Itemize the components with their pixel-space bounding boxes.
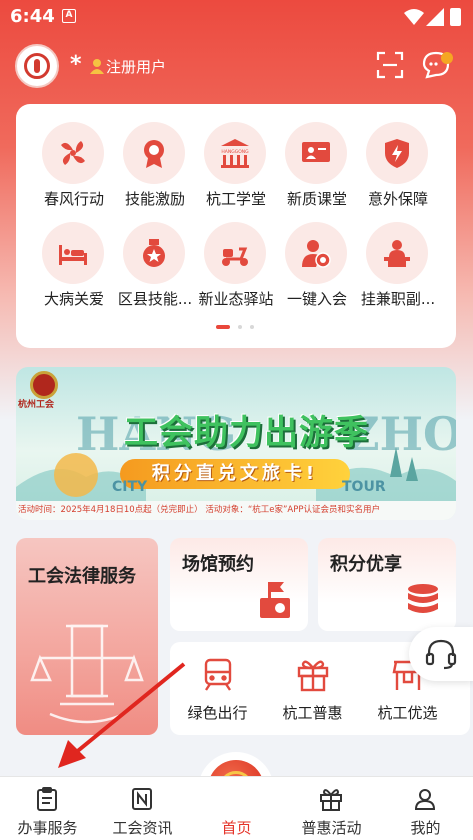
battery-icon bbox=[450, 8, 461, 26]
tab-mine[interactable]: 我的 bbox=[378, 777, 473, 840]
service-hanggong-school[interactable]: HANGGONG 杭工学堂 bbox=[194, 112, 278, 212]
service-accident-protection[interactable]: 意外保障 bbox=[356, 112, 440, 212]
service-new-quality-class[interactable]: 新质课堂 bbox=[275, 112, 359, 212]
news-icon bbox=[132, 788, 152, 810]
windmill-icon bbox=[61, 141, 85, 165]
annotation-arrow bbox=[58, 662, 186, 768]
service-label: 挂兼职副... bbox=[360, 290, 436, 308]
gift-icon bbox=[297, 660, 329, 692]
union-avatar[interactable] bbox=[15, 44, 59, 88]
hanggong-benefits-label: 杭工普惠 bbox=[282, 704, 343, 722]
user-join-icon bbox=[302, 240, 331, 268]
scooter-icon bbox=[222, 247, 248, 266]
legal-service-title: 工会法律服务 bbox=[28, 566, 136, 587]
bed-icon bbox=[59, 245, 87, 265]
banner-city-word: CITY bbox=[112, 479, 148, 495]
wifi-icon bbox=[404, 9, 424, 25]
user-status-label[interactable]: 注册用户 bbox=[106, 56, 166, 77]
tab-label: 办事服务 bbox=[17, 819, 78, 837]
venue-booking-card[interactable]: 场馆预约 bbox=[170, 538, 308, 631]
award-icon bbox=[143, 239, 165, 267]
banner-footer: 活动时间：2025年4月18日10点起（兑完即止） 活动对象：“杭工e家”APP… bbox=[16, 501, 456, 520]
points-benefits-title: 积分优享 bbox=[330, 554, 402, 575]
tab-benefit-activities[interactable]: 普惠活动 bbox=[284, 777, 379, 840]
shield-bolt-icon bbox=[385, 139, 409, 168]
tab-label: 我的 bbox=[410, 819, 441, 837]
scan-icon[interactable] bbox=[376, 51, 404, 79]
gift-icon bbox=[320, 789, 342, 811]
tab-services[interactable]: 办事服务 bbox=[0, 777, 95, 840]
message-icon[interactable] bbox=[422, 50, 454, 80]
status-time: 6:44 bbox=[10, 6, 55, 27]
coin-stack-icon bbox=[408, 584, 438, 613]
service-part-time-post[interactable]: 挂兼职副... bbox=[356, 212, 440, 312]
banner-subtitle: 积分直兑文旅卡! bbox=[120, 459, 350, 489]
service-spring-action[interactable]: 春风行动 bbox=[32, 112, 116, 212]
user-icon bbox=[90, 59, 104, 74]
hanggong-select-label: 杭工优选 bbox=[377, 704, 438, 722]
tab-label: 普惠活动 bbox=[301, 819, 362, 837]
service-district-skills[interactable]: 区县技能... bbox=[113, 212, 197, 312]
venue-icon bbox=[260, 582, 290, 618]
services-grid: 春风行动 技能激励 HANGGONG 杭工学堂 新质课堂 意外保障 大病关爱 区… bbox=[16, 104, 456, 348]
signal-icon bbox=[426, 8, 444, 26]
medal-icon bbox=[144, 140, 164, 168]
hall-icon: HANGGONG bbox=[221, 139, 249, 168]
points-benefits-card[interactable]: 积分优享 bbox=[318, 538, 456, 631]
tab-label: 工会资讯 bbox=[112, 819, 173, 837]
promo-banner[interactable]: HANG ZHOU 杭州工会 工会助力出游季 积分直兑文旅卡! CITY TOU… bbox=[16, 367, 456, 520]
service-join-union[interactable]: 一键入会 bbox=[275, 212, 359, 312]
train-icon bbox=[204, 658, 232, 691]
status-bar: 6:44 A bbox=[0, 0, 473, 34]
venue-booking-title: 场馆预约 bbox=[182, 554, 254, 575]
blackboard-icon bbox=[302, 142, 330, 162]
hall-sign-text: HANGGONG bbox=[221, 149, 249, 155]
headset-icon bbox=[425, 639, 457, 670]
banner-brand: 杭州工会 bbox=[18, 400, 55, 410]
service-skill-incentive[interactable]: 技能激励 bbox=[113, 112, 197, 212]
tab-home[interactable]: 首页 bbox=[189, 777, 284, 840]
profile-icon bbox=[414, 789, 436, 810]
tab-label: 首页 bbox=[221, 819, 252, 837]
podium-icon bbox=[384, 240, 410, 267]
customer-service-button[interactable] bbox=[409, 627, 473, 681]
union-emblem-icon bbox=[30, 371, 58, 399]
service-label: 意外保障 bbox=[367, 190, 428, 208]
page-indicator bbox=[216, 325, 276, 331]
banner-tour-word: TOUR bbox=[342, 479, 386, 495]
service-illness-care[interactable]: 大病关爱 bbox=[32, 212, 116, 312]
bottom-tab-bar: 办事服务 工会资讯 首页 普惠活动 我的 bbox=[0, 776, 473, 840]
banner-title: 工会助力出游季 bbox=[124, 413, 369, 453]
user-star: * bbox=[70, 52, 82, 77]
top-bar: * 注册用户 bbox=[0, 40, 473, 90]
tab-news[interactable]: 工会资讯 bbox=[95, 777, 190, 840]
service-new-business-station[interactable]: 新业态驿站 bbox=[194, 212, 278, 312]
hanggong-benefits-item[interactable]: 杭工普惠 bbox=[265, 642, 360, 735]
clipboard-icon bbox=[37, 787, 57, 811]
notification-icon: A bbox=[62, 9, 76, 23]
